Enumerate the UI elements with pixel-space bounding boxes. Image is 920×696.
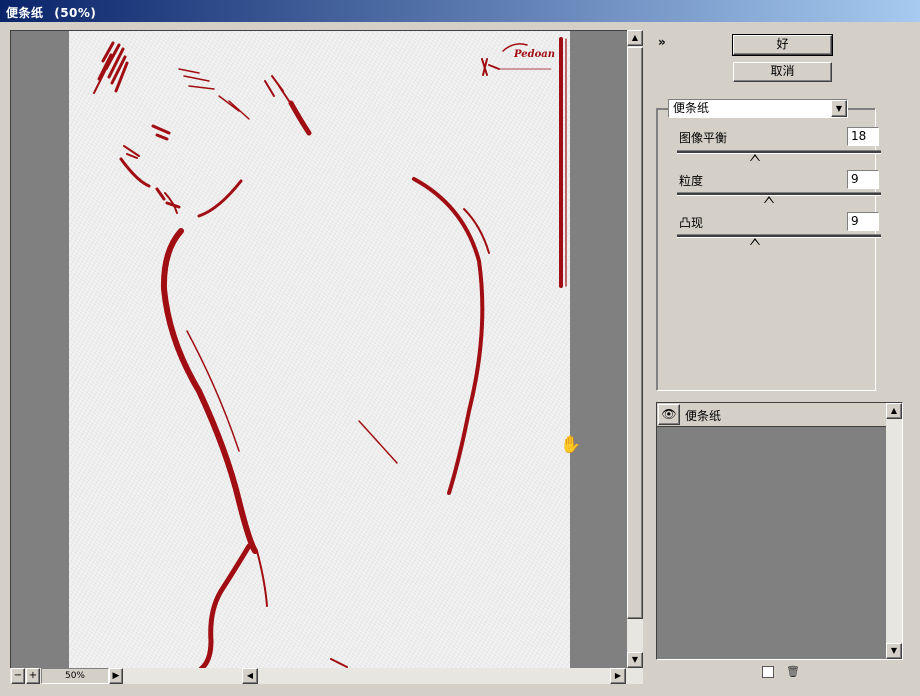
slider-track-image-balance[interactable] [677, 150, 881, 154]
eye-icon[interactable]: 👁 [658, 404, 680, 425]
layers-scroll-up-button[interactable]: ▲ [886, 403, 902, 419]
layers-scrollbar[interactable]: ▲ ▼ [886, 403, 902, 659]
param-input-relief[interactable]: 9 [847, 212, 879, 231]
preview-vertical-scrollbar[interactable]: ▲ ▼ [627, 30, 643, 668]
zoom-level-field[interactable]: 50% [41, 668, 109, 684]
scroll-left-button[interactable]: ◀ [242, 668, 258, 684]
window-zoom-title: (50%) [54, 6, 97, 20]
param-label-graininess: 粒度 [679, 174, 704, 188]
preview-image: Pedoan ✋ [69, 31, 581, 668]
note-paper-artwork: Pedoan [93, 37, 567, 668]
filter-select[interactable]: 便条纸 ▼ [668, 99, 848, 118]
trash-icon[interactable]: 🗑 [786, 666, 800, 678]
watermark-text: Pedoan [513, 49, 555, 60]
vertical-scroll-thumb[interactable] [627, 47, 643, 619]
layer-row[interactable]: 👁 便条纸 [657, 403, 886, 427]
new-layer-icon[interactable] [762, 666, 774, 678]
ok-button[interactable]: 好 [732, 34, 833, 56]
zoom-in-button[interactable]: + [26, 668, 40, 684]
filter-select-value: 便条纸 [673, 101, 710, 115]
slider-thumb-graininess[interactable] [763, 196, 774, 203]
effect-layers-panel: 👁 便条纸 ▲ ▼ [656, 402, 903, 660]
hand-cursor-icon: ✋ [560, 435, 582, 455]
title-bar: 便条纸 (50%) [0, 0, 920, 22]
slider-track-relief[interactable] [677, 234, 881, 238]
slider-thumb-image-balance[interactable] [749, 154, 760, 161]
cancel-button[interactable]: 取消 [733, 62, 832, 82]
layer-name: 便条纸 [685, 409, 722, 423]
slider-thumb-relief[interactable] [749, 238, 760, 245]
preview-area[interactable]: Pedoan ✋ [10, 30, 627, 668]
param-label-image-balance: 图像平衡 [679, 131, 728, 145]
slider-track-graininess[interactable] [677, 192, 881, 196]
zoom-menu-arrow-icon[interactable]: ▶ [109, 668, 123, 684]
layers-scroll-down-button[interactable]: ▼ [886, 643, 902, 659]
scroll-down-button[interactable]: ▼ [627, 652, 643, 668]
chevron-down-icon[interactable]: ▼ [831, 100, 847, 117]
param-label-relief: 凸现 [679, 216, 704, 230]
preview-bottom-bar: − + 50% ▶ ◀ ▶ [10, 668, 643, 684]
window-title: 便条纸 [6, 6, 44, 20]
scroll-up-button[interactable]: ▲ [627, 30, 643, 46]
double-chevron-icon[interactable]: » [658, 35, 666, 49]
scroll-right-button[interactable]: ▶ [610, 668, 626, 684]
zoom-out-button[interactable]: − [11, 668, 25, 684]
param-input-graininess[interactable]: 9 [847, 170, 879, 189]
param-input-image-balance[interactable]: 18 [847, 127, 879, 146]
horizontal-scroll-track[interactable] [258, 668, 614, 684]
